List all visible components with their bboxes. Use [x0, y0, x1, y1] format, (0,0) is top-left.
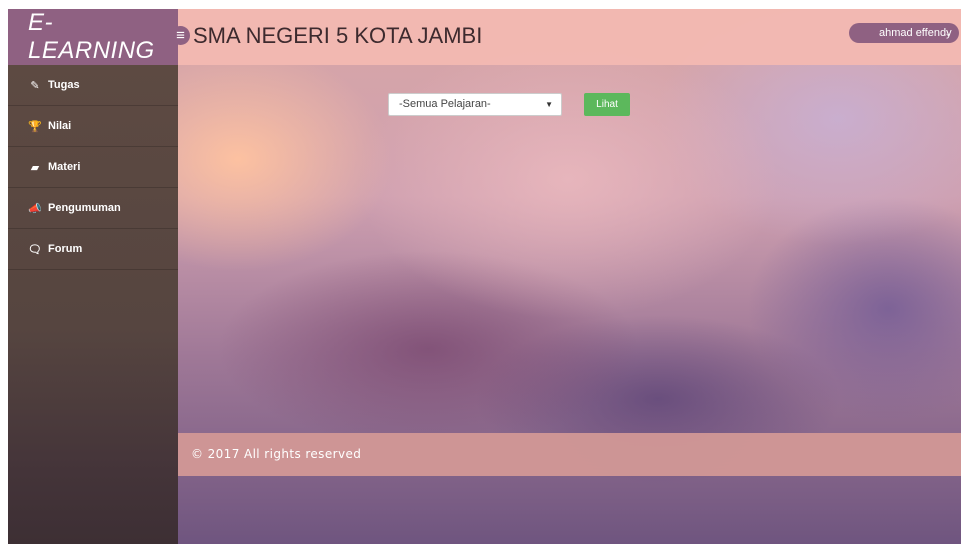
sidebar-item-nilai[interactable]: 🏆 Nilai	[8, 106, 178, 147]
view-button[interactable]: Lihat	[584, 93, 630, 116]
subject-select-value: -Semua Pelajaran-	[399, 98, 491, 110]
footer-copyright: © 2017 All rights reserved	[178, 433, 961, 476]
trophy-icon: 🏆	[28, 120, 42, 133]
subject-select[interactable]: -Semua Pelajaran- ▼	[388, 93, 562, 116]
dropdown-arrow-icon: ▼	[545, 100, 553, 109]
sidebar-item-pengumuman[interactable]: 📣 Pengumuman	[8, 188, 178, 229]
sidebar-item-tugas[interactable]: ✎ Tugas	[8, 65, 178, 106]
top-header: E-LEARNING ≡ SMA NEGERI 5 KOTA JAMBI ahm…	[8, 9, 961, 65]
sidebar-item-label: Nilai	[48, 120, 72, 132]
bullhorn-icon: 📣	[28, 202, 42, 215]
comments-icon: 🗨	[28, 243, 42, 256]
chevron-down-icon: ⌄	[944, 28, 952, 38]
sidebar-item-label: Pengumuman	[48, 202, 121, 214]
school-name: SMA NEGERI 5 KOTA JAMBI	[193, 23, 483, 48]
user-menu-button[interactable]: ahmad effendy ⌄	[849, 23, 959, 43]
user-name: ahmad effendy	[879, 27, 952, 39]
sidebar-item-materi[interactable]: ▰ Materi	[8, 147, 178, 188]
brand-logo[interactable]: E-LEARNING	[8, 9, 178, 65]
pencil-icon: ✎	[30, 79, 40, 92]
book-icon: ▰	[30, 161, 40, 174]
app-frame: E-LEARNING ≡ SMA NEGERI 5 KOTA JAMBI ahm…	[8, 9, 961, 544]
sidebar-item-label: Forum	[48, 243, 83, 255]
sidebar: ✎ Tugas 🏆 Nilai ▰ Materi 📣 Pengumuman 🗨 …	[8, 65, 178, 544]
sidebar-item-label: Materi	[48, 161, 81, 173]
sidebar-item-forum[interactable]: 🗨 Forum	[8, 229, 178, 270]
sidebar-item-label: Tugas	[48, 79, 80, 91]
sidebar-toggle-icon[interactable]: ≡	[171, 26, 190, 45]
